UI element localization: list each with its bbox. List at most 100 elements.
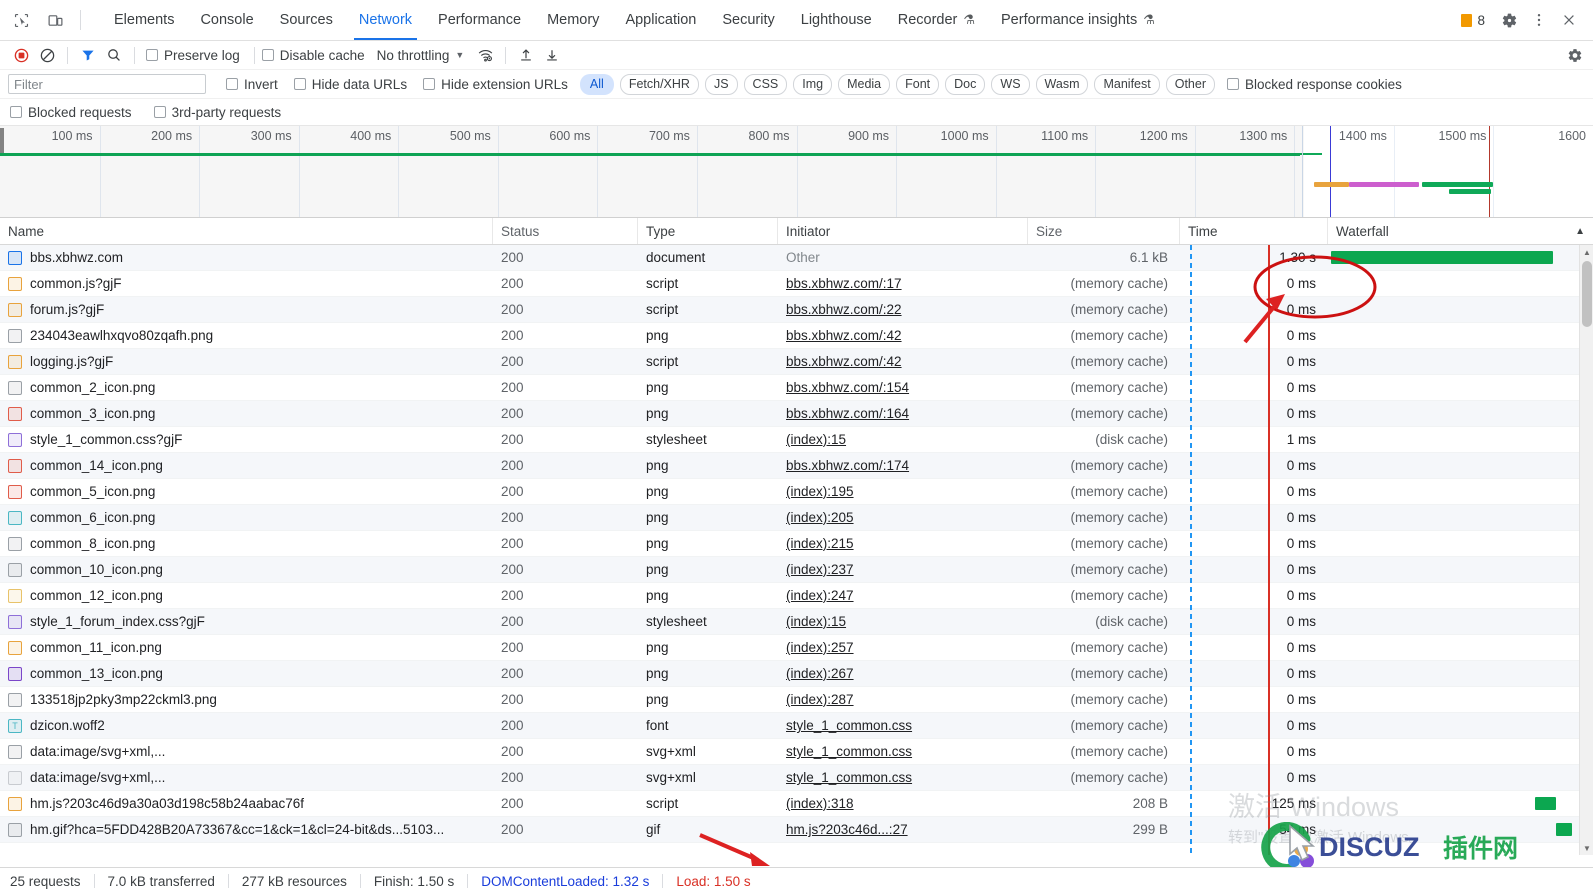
table-row[interactable]: common_8_icon.png 200 png (index):215 (memor…: [0, 531, 1593, 557]
overview-window-right[interactable]: [1302, 126, 1303, 217]
cell-initiator-text[interactable]: style_1_common.css: [786, 744, 912, 759]
column-header-initiator[interactable]: Initiator: [778, 218, 1028, 244]
third-party-requests-checkbox[interactable]: 3rd-party requests: [153, 105, 281, 120]
table-row[interactable]: style_1_common.css?gjF 200 stylesheet (inde…: [0, 427, 1593, 453]
filter-type-fetch-xhr[interactable]: Fetch/XHR: [619, 73, 699, 95]
cell-initiator[interactable]: (index):318: [778, 791, 1028, 816]
hide-extension-urls-checkbox[interactable]: Hide extension URLs: [423, 77, 568, 92]
tab-performance[interactable]: Performance: [425, 0, 534, 40]
cell-initiator[interactable]: (index):237: [778, 557, 1028, 582]
tab-recorder[interactable]: Recorder ⚗: [885, 0, 988, 40]
more-options-icon[interactable]: [1525, 6, 1553, 34]
table-row[interactable]: common_10_icon.png 200 png (index):237 (memo…: [0, 557, 1593, 583]
inspect-element-icon[interactable]: [6, 5, 36, 35]
table-row[interactable]: 133518jp2pky3mp22ckml3.png 200 png (index):…: [0, 687, 1593, 713]
cell-initiator[interactable]: bbs.xbhwz.com/:17: [778, 271, 1028, 296]
cell-initiator[interactable]: (index):257: [778, 635, 1028, 660]
filter-type-ws[interactable]: WS: [991, 73, 1030, 95]
tab-performance-insights[interactable]: Performance insights ⚗: [988, 0, 1168, 40]
table-row[interactable]: hm.js?203c46d9a30a03d198c58b24aabac76f 20…: [0, 791, 1593, 817]
cell-initiator-text[interactable]: bbs.xbhwz.com/:164: [786, 406, 909, 421]
table-row[interactable]: common_14_icon.png 200 png bbs.xbhwz.com/:1…: [0, 453, 1593, 479]
clear-button[interactable]: [34, 42, 60, 68]
table-row[interactable]: hm.gif?hca=5FDD428B20A73367&cc=1&ck=1&cl…: [0, 817, 1593, 843]
filter-type-other[interactable]: Other: [1165, 73, 1215, 95]
filter-type-all[interactable]: All: [579, 73, 614, 95]
filter-type-font[interactable]: Font: [896, 73, 940, 95]
cell-initiator[interactable]: style_1_common.css: [778, 739, 1028, 764]
cell-initiator[interactable]: (index):205: [778, 505, 1028, 530]
close-icon[interactable]: [1555, 6, 1583, 34]
search-icon[interactable]: [101, 42, 127, 68]
cell-initiator[interactable]: (index):15: [778, 427, 1028, 452]
filter-type-manifest[interactable]: Manifest: [1094, 73, 1160, 95]
cell-initiator[interactable]: style_1_common.css: [778, 765, 1028, 790]
network-settings-icon[interactable]: [1567, 42, 1593, 68]
cell-initiator-text[interactable]: (index):237: [786, 562, 854, 577]
cell-initiator-text[interactable]: bbs.xbhwz.com/:42: [786, 354, 902, 369]
table-row[interactable]: common_13_icon.png 200 png (index):267 (memo…: [0, 661, 1593, 687]
table-row[interactable]: logging.js?gjF 200 script bbs.xbhwz.com/:42…: [0, 349, 1593, 375]
scroll-down-arrow[interactable]: ▼: [1580, 841, 1593, 855]
cell-initiator[interactable]: (index):267: [778, 661, 1028, 686]
scrollbar-thumb[interactable]: [1582, 261, 1592, 327]
preserve-log-checkbox[interactable]: Preserve log: [146, 48, 240, 63]
cell-initiator[interactable]: (index):15: [778, 609, 1028, 634]
tab-memory[interactable]: Memory: [534, 0, 612, 40]
scroll-up-arrow[interactable]: ▲: [1580, 245, 1593, 259]
table-row[interactable]: common_5_icon.png 200 png (index):195 (memor…: [0, 479, 1593, 505]
table-row[interactable]: style_1_forum_index.css?gjF 200 stylesheet…: [0, 609, 1593, 635]
table-row[interactable]: data:image/svg+xml,... 200 svg+xml style_1_…: [0, 739, 1593, 765]
cell-initiator[interactable]: bbs.xbhwz.com/:42: [778, 323, 1028, 348]
filter-type-media[interactable]: Media: [838, 73, 891, 95]
table-row[interactable]: common_3_icon.png 200 png bbs.xbhwz.com/:16…: [0, 401, 1593, 427]
filter-input[interactable]: [8, 74, 206, 94]
filter-type-doc[interactable]: Doc: [945, 73, 986, 95]
filter-type-img[interactable]: Img: [793, 73, 833, 95]
table-row[interactable]: common_6_icon.png 200 png (index):205 (memor…: [0, 505, 1593, 531]
cell-initiator-text[interactable]: (index):267: [786, 666, 854, 681]
column-header-size[interactable]: Size: [1028, 218, 1180, 244]
export-har-icon[interactable]: [539, 42, 565, 68]
filter-type-css[interactable]: CSS: [743, 73, 788, 95]
cell-initiator[interactable]: bbs.xbhwz.com/:164: [778, 401, 1028, 426]
cell-initiator[interactable]: bbs.xbhwz.com/:42: [778, 349, 1028, 374]
table-row[interactable]: data:image/svg+xml,... 200 svg+xml style_1_…: [0, 765, 1593, 791]
tab-elements[interactable]: Elements: [101, 0, 187, 40]
column-header-time[interactable]: Time: [1180, 218, 1328, 244]
table-row[interactable]: common_12_icon.png 200 png (index):247 (memo…: [0, 583, 1593, 609]
cell-initiator[interactable]: (index):215: [778, 531, 1028, 556]
table-row[interactable]: Tdzicon.woff2 200 font style_1_common.css (m…: [0, 713, 1593, 739]
table-row[interactable]: 234043eawlhxqvo80zqafh.png 200 png bbs.xbhw…: [0, 323, 1593, 349]
network-overview-timeline[interactable]: 100 ms 200 ms 300 ms 400 ms 500 ms 600 ms 700 …: [0, 126, 1593, 218]
cell-initiator-text[interactable]: (index):318: [786, 796, 854, 811]
table-vertical-scrollbar[interactable]: ▲ ▼: [1579, 245, 1593, 855]
table-row[interactable]: bbs.xbhwz.com 200 document Other 6.1 kB 1.30 …: [0, 245, 1593, 271]
tab-console[interactable]: Console: [187, 0, 266, 40]
blocked-response-cookies-checkbox[interactable]: Blocked response cookies: [1227, 77, 1402, 92]
blocked-requests-checkbox[interactable]: Blocked requests: [10, 105, 132, 120]
cell-initiator[interactable]: (index):247: [778, 583, 1028, 608]
cell-initiator[interactable]: bbs.xbhwz.com/:154: [778, 375, 1028, 400]
tab-security[interactable]: Security: [709, 0, 787, 40]
filter-funnel-icon[interactable]: [75, 42, 101, 68]
cell-initiator[interactable]: bbs.xbhwz.com/:174: [778, 453, 1028, 478]
cell-initiator-text[interactable]: style_1_common.css: [786, 770, 912, 785]
table-row[interactable]: forum.js?gjF 200 script bbs.xbhwz.com/:22 (m…: [0, 297, 1593, 323]
cell-initiator-text[interactable]: bbs.xbhwz.com/:154: [786, 380, 909, 395]
cell-initiator-text[interactable]: (index):205: [786, 510, 854, 525]
cell-initiator-text[interactable]: (index):15: [786, 614, 846, 629]
record-button[interactable]: [8, 42, 34, 68]
cell-initiator-text[interactable]: bbs.xbhwz.com/:174: [786, 458, 909, 473]
cell-initiator[interactable]: (index):195: [778, 479, 1028, 504]
table-row[interactable]: common.js?gjF 200 script bbs.xbhwz.com/:17 (…: [0, 271, 1593, 297]
device-toolbar-icon[interactable]: [40, 5, 70, 35]
cell-initiator-text[interactable]: (index):247: [786, 588, 854, 603]
cell-initiator-text[interactable]: bbs.xbhwz.com/:22: [786, 302, 902, 317]
cell-initiator-text[interactable]: (index):215: [786, 536, 854, 551]
hide-data-urls-checkbox[interactable]: Hide data URLs: [293, 77, 407, 92]
issues-badge[interactable]: 8: [1461, 13, 1485, 28]
cell-initiator-text[interactable]: (index):257: [786, 640, 854, 655]
cell-initiator-text[interactable]: (index):195: [786, 484, 854, 499]
gear-icon[interactable]: [1495, 6, 1523, 34]
